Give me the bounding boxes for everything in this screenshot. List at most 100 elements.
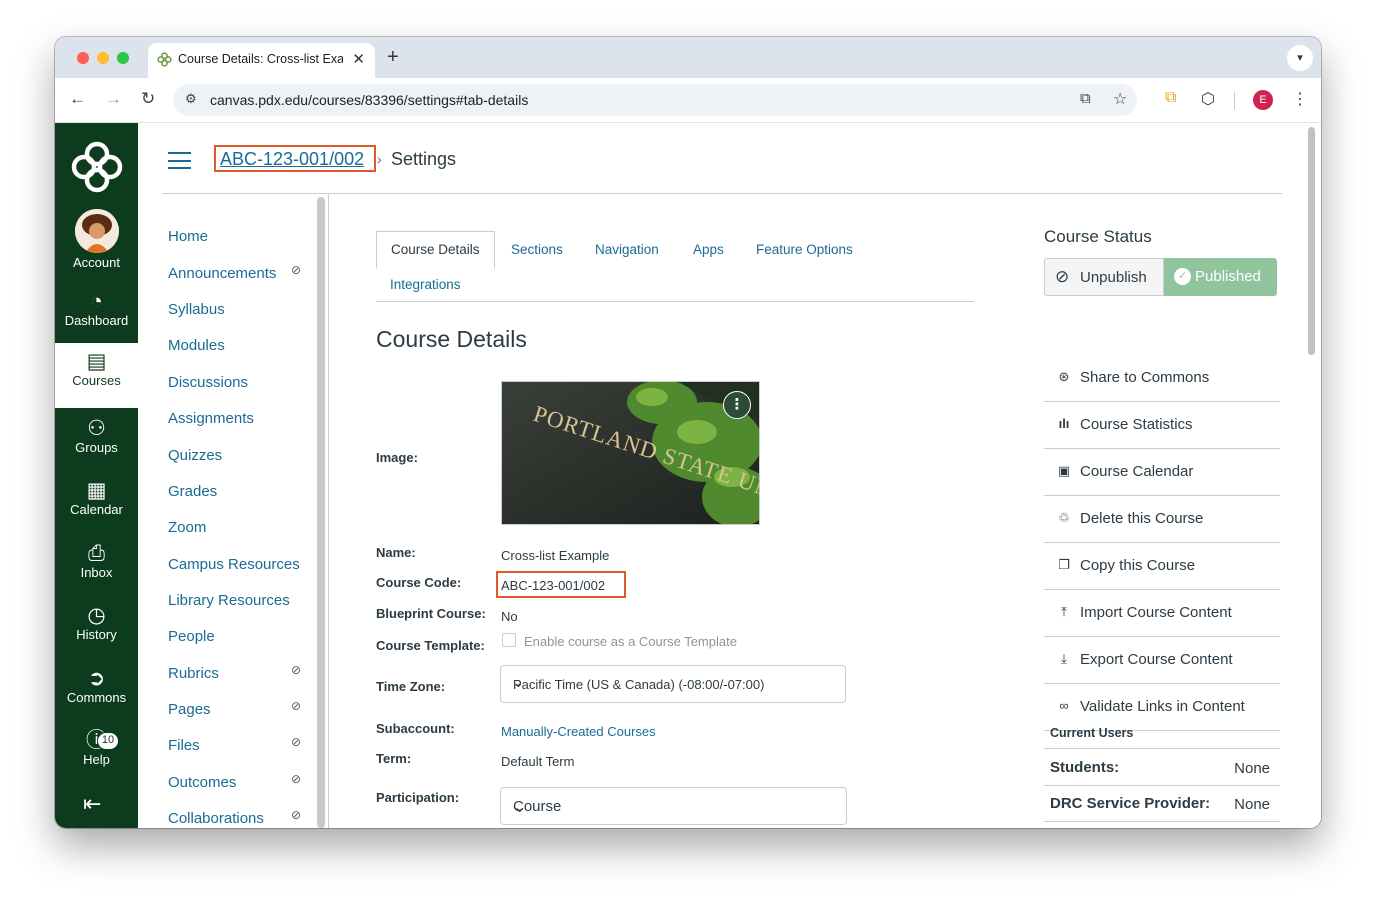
course-nav-discussions[interactable]: Discussions xyxy=(168,374,248,391)
back-arrow-icon[interactable]: ← xyxy=(69,89,86,109)
share-icon: ⊛ xyxy=(1058,369,1070,384)
validate-links-label: Validate Links in Content xyxy=(1080,698,1245,715)
psu-logo-icon[interactable] xyxy=(67,137,127,197)
address-bar[interactable]: ⚙ canvas.pdx.edu/courses/83396/settings#… xyxy=(173,84,1137,116)
image-options-kebab-icon[interactable]: ⋮ xyxy=(723,391,751,419)
browser-toolbar: ← → ↻ ⚙ canvas.pdx.edu/courses/83396/set… xyxy=(55,78,1321,123)
copy-course-button[interactable]: ❐ Copy this Course xyxy=(1044,543,1280,590)
help-notification-badge: 10 xyxy=(97,732,119,750)
course-nav-scrollbar[interactable] xyxy=(317,197,325,828)
global-nav-dashboard[interactable]: ◔ Dashboard xyxy=(55,283,138,345)
tab-feature-options[interactable]: Feature Options xyxy=(756,242,853,257)
course-nav-pages[interactable]: Pages xyxy=(168,701,211,718)
share-to-commons-button[interactable]: ⊛ Share to Commons xyxy=(1044,355,1280,402)
share-to-commons-label: Share to Commons xyxy=(1080,369,1210,386)
participation-label: Participation: xyxy=(376,790,460,805)
course-nav-syllabus[interactable]: Syllabus xyxy=(168,301,225,318)
collapse-nav-icon[interactable]: ⇤ xyxy=(83,791,101,817)
global-nav-calendar[interactable]: ▦ Calendar xyxy=(55,472,138,534)
tab-integrations[interactable]: Integrations xyxy=(390,277,461,292)
browser-tab-bar: Course Details: Cross-list Example ✕ + ▾ xyxy=(55,37,1321,78)
global-nav-history[interactable]: ◷ History xyxy=(55,597,138,659)
course-nav-library-resources[interactable]: Library Resources xyxy=(168,592,290,609)
unpublish-button[interactable]: ⊘ Unpublish xyxy=(1044,258,1164,296)
course-image: PORTLAND STATE UNIVERSITY ⋮ xyxy=(501,381,760,525)
published-button[interactable]: ✓ Published xyxy=(1164,258,1277,296)
tab-close-icon[interactable]: ✕ xyxy=(352,50,365,68)
site-settings-icon[interactable]: ⚙ xyxy=(185,91,197,107)
course-nav-modules[interactable]: Modules xyxy=(168,337,225,354)
browser-tab-title: Course Details: Cross-list Example xyxy=(178,52,343,66)
course-menu-toggle-icon[interactable] xyxy=(168,152,191,169)
breadcrumb-current: Settings xyxy=(391,149,457,169)
timezone-select[interactable]: Pacific Time (US & Canada) (-08:00/-07:0… xyxy=(500,665,846,703)
browser-tab[interactable]: Course Details: Cross-list Example ✕ xyxy=(148,43,375,78)
course-nav-collaborations[interactable]: Collaborations xyxy=(168,810,264,827)
breadcrumb-course-link[interactable]: ABC-123-001/002 xyxy=(220,149,364,170)
course-nav-assignments[interactable]: Assignments xyxy=(168,410,254,427)
export-content-button[interactable]: ⤓ Export Course Content xyxy=(1044,637,1280,684)
course-nav-zoom[interactable]: Zoom xyxy=(168,519,206,536)
course-nav-announcements[interactable]: Announcements xyxy=(168,265,276,282)
extension-tab-icon[interactable]: ⧉ xyxy=(1165,89,1176,107)
course-statistics-button[interactable]: ılı Course Statistics xyxy=(1044,402,1280,449)
minimize-window-button[interactable] xyxy=(97,52,109,64)
course-calendar-button[interactable]: ▣ Course Calendar xyxy=(1044,449,1280,496)
global-nav-groups[interactable]: ⚇ Groups xyxy=(55,410,138,472)
term-value: Default Term xyxy=(501,754,575,769)
course-nav-quizzes[interactable]: Quizzes xyxy=(168,447,222,464)
tab-sections[interactable]: Sections xyxy=(511,242,563,257)
user-avatar-icon xyxy=(75,209,119,253)
global-nav-commons[interactable]: ➲ Commons xyxy=(55,660,138,722)
delete-course-button[interactable]: ♲ Delete this Course xyxy=(1044,496,1280,543)
close-window-button[interactable] xyxy=(77,52,89,64)
course-nav-outcomes[interactable]: Outcomes xyxy=(168,774,236,791)
import-content-button[interactable]: ⤒ Import Course Content xyxy=(1044,590,1280,637)
tab-search-chevron-icon[interactable]: ▾ xyxy=(1287,45,1313,71)
course-nav-files[interactable]: Files xyxy=(168,737,200,754)
course-nav-home[interactable]: Home xyxy=(168,228,208,245)
reload-icon[interactable]: ↻ xyxy=(141,89,155,109)
extensions-puzzle-icon[interactable]: ⬡ xyxy=(1201,89,1215,109)
published-label: Published xyxy=(1195,268,1261,285)
image-label: Image: xyxy=(376,450,418,465)
global-nav-inbox[interactable]: ⎙ Inbox xyxy=(55,535,138,597)
hidden-eye-icon: ⊘ xyxy=(291,263,302,277)
current-users-divider xyxy=(1044,821,1280,822)
tab-navigation[interactable]: Navigation xyxy=(595,242,659,257)
global-nav-courses[interactable]: ▤ Courses xyxy=(55,343,138,408)
import-content-label: Import Course Content xyxy=(1080,604,1232,621)
hidden-eye-icon: ⊘ xyxy=(291,699,302,713)
upload-icon: ⤒ xyxy=(1061,604,1067,619)
new-tab-icon[interactable]: + xyxy=(387,46,399,69)
page-scrollbar[interactable] xyxy=(1308,127,1315,355)
unpublish-icon: ⊘ xyxy=(1055,267,1070,286)
install-app-icon[interactable]: ⧉ xyxy=(1080,90,1091,107)
tab-apps[interactable]: Apps xyxy=(693,242,724,257)
profile-avatar[interactable]: E xyxy=(1253,90,1273,110)
global-nav-help[interactable]: ⓘ 10 Help xyxy=(55,722,138,784)
participation-select[interactable]: Course ⌄ xyxy=(500,787,847,825)
course-nav-people[interactable]: People xyxy=(168,628,215,645)
course-nav-grades[interactable]: Grades xyxy=(168,483,217,500)
tab-course-details[interactable]: Course Details xyxy=(376,231,495,269)
validate-links-button[interactable]: ∞ Validate Links in Content xyxy=(1044,684,1280,731)
avatar[interactable] xyxy=(75,209,119,253)
chevron-down-icon: ⌄ xyxy=(513,675,524,690)
tabs-divider xyxy=(376,301,974,302)
export-content-label: Export Course Content xyxy=(1080,651,1233,668)
template-checkbox[interactable] xyxy=(502,633,516,647)
zoom-window-button[interactable] xyxy=(117,52,129,64)
bookmark-star-icon[interactable]: ☆ xyxy=(1113,89,1127,109)
subaccount-label: Subaccount: xyxy=(376,721,455,736)
breadcrumb-separator-icon: › xyxy=(377,151,382,167)
global-nav-account[interactable]: Account xyxy=(55,255,138,277)
course-nav-rubrics[interactable]: Rubrics xyxy=(168,665,219,682)
forward-arrow-icon[interactable]: → xyxy=(105,89,122,109)
subaccount-link[interactable]: Manually-Created Courses xyxy=(501,724,656,739)
canvas-favicon-icon xyxy=(157,52,172,67)
browser-menu-icon[interactable]: ⋮ xyxy=(1292,89,1308,109)
hidden-eye-icon: ⊘ xyxy=(291,735,302,749)
course-nav-campus-resources[interactable]: Campus Resources xyxy=(168,556,300,573)
students-label: Students: xyxy=(1050,759,1120,776)
